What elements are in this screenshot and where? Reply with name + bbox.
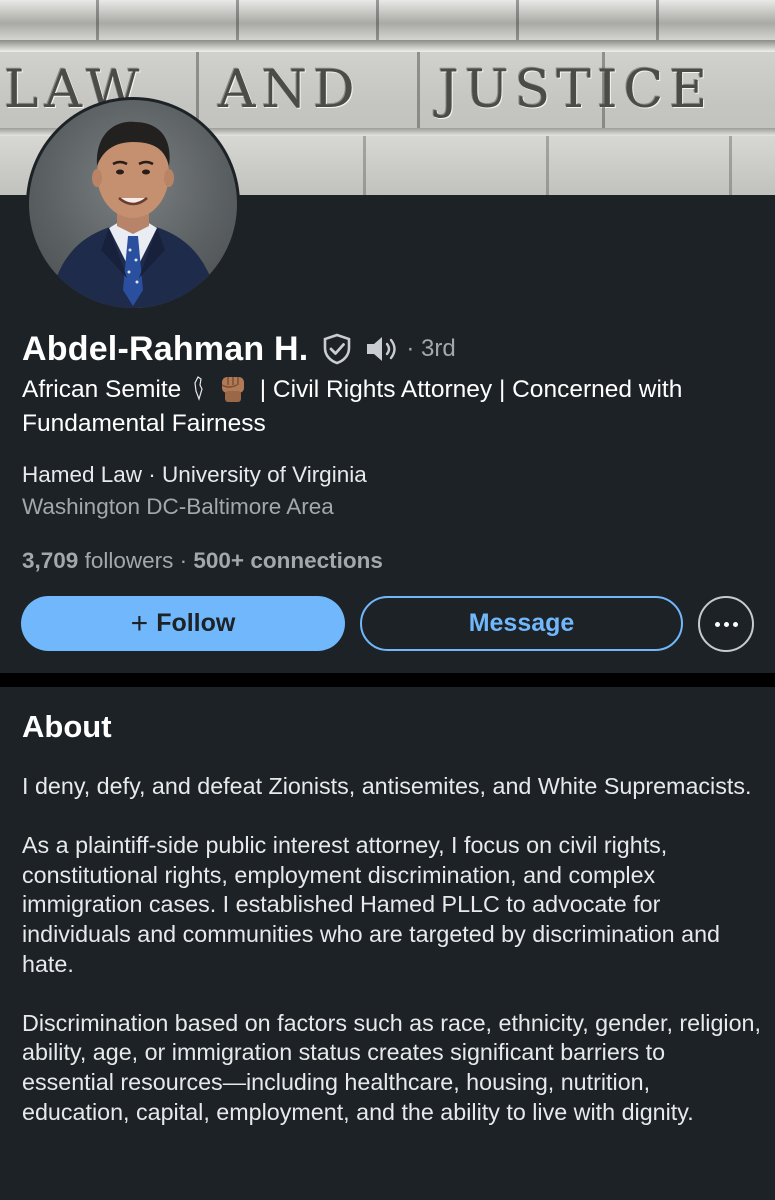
stats-separator: · xyxy=(179,548,188,573)
banner-word-justice: JUSTICE xyxy=(438,60,714,120)
banner-ledge xyxy=(0,40,775,52)
about-text: I deny, defy, and defeat Zionists, antis… xyxy=(22,772,762,1157)
about-paragraph: Discrimination based on factors such as … xyxy=(22,1009,761,1125)
name-row: Abdel-Rahman H. · 3rd xyxy=(22,326,456,372)
raised-fist-icon xyxy=(221,377,244,402)
plus-icon: + xyxy=(130,606,149,640)
avatar[interactable] xyxy=(26,97,240,311)
banner-word-and: AND xyxy=(218,60,361,120)
follow-button[interactable]: + Follow xyxy=(21,596,345,651)
followers-label: followers xyxy=(84,548,174,573)
profile-location: Washington DC-Baltimore Area xyxy=(22,494,334,519)
banner-cornice xyxy=(0,0,775,42)
ellipsis-dot xyxy=(732,621,738,627)
verified-shield-icon[interactable] xyxy=(322,333,352,365)
message-button-label: Message xyxy=(468,609,575,637)
more-actions-button[interactable] xyxy=(698,596,754,652)
headline-text-start: African Semite xyxy=(22,376,182,403)
avatar-portrait xyxy=(49,121,219,308)
followers-count: 3,709 xyxy=(22,548,79,573)
profile-name: Abdel-Rahman H. xyxy=(22,329,309,368)
message-button[interactable]: Message xyxy=(360,596,683,651)
ellipsis-dot xyxy=(714,621,720,627)
follow-button-label: Follow xyxy=(156,609,236,637)
about-section: About I deny, defy, and defeat Zionists,… xyxy=(0,687,775,1200)
about-paragraph: As a plaintiff-side public interest atto… xyxy=(22,832,720,977)
connections-count[interactable]: 500+ connections xyxy=(193,548,382,573)
profile-card: Abdel-Rahman H. · 3rd African Semite | C… xyxy=(0,97,775,673)
ellipsis-dot xyxy=(723,621,729,627)
connection-degree: · 3rd xyxy=(406,335,456,362)
palestine-map-icon xyxy=(194,376,203,401)
about-paragraph: I deny, defy, and defeat Zionists, antis… xyxy=(22,773,752,799)
profile-headline: African Semite | Civil Rights Attorney |… xyxy=(22,373,757,441)
name-pronunciation-speaker-icon[interactable] xyxy=(364,334,400,364)
company-school-link[interactable]: Hamed Law · University of Virginia xyxy=(22,462,367,488)
about-heading: About xyxy=(22,709,112,744)
network-stats: 3,709 followers · 500+ connections xyxy=(22,548,383,574)
